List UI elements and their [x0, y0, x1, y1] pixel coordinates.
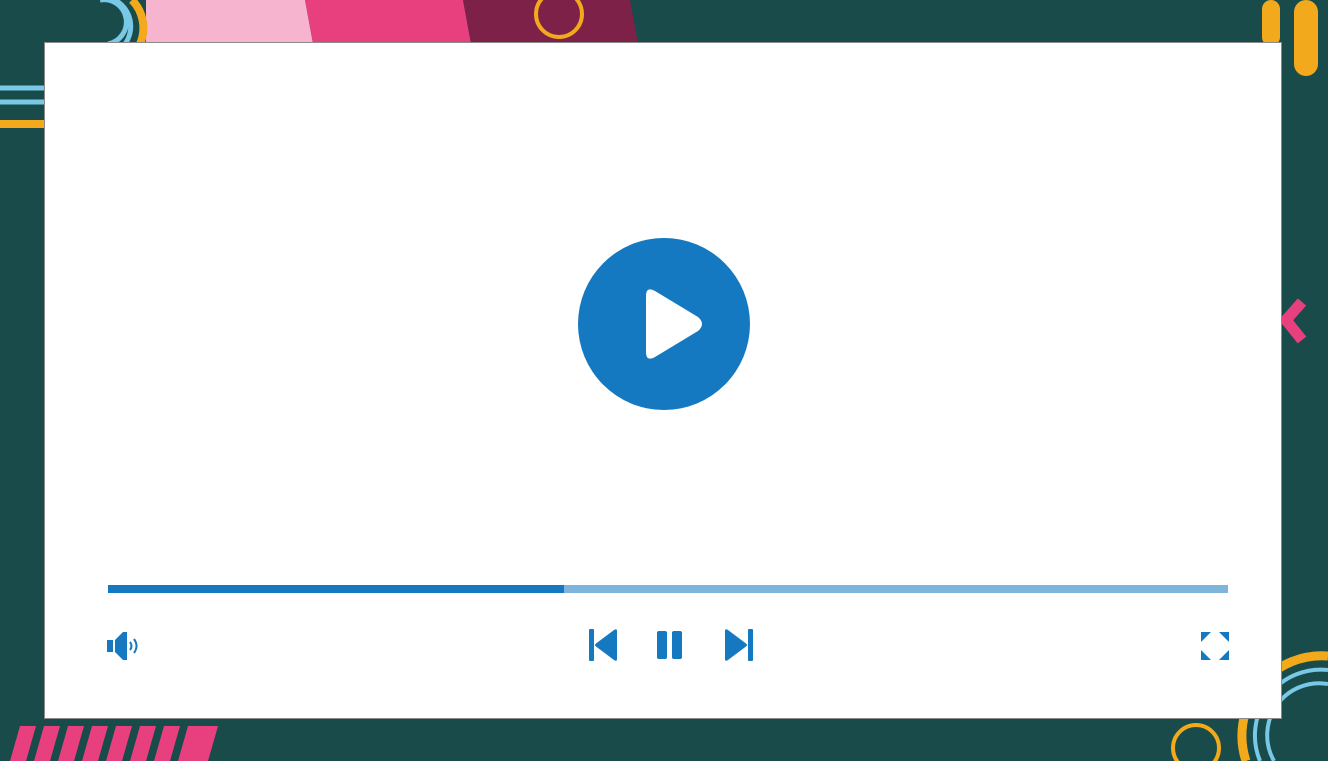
deco-pill-yellow-2: [1294, 0, 1318, 76]
skip-previous-icon: [589, 629, 617, 661]
play-icon: [578, 238, 750, 410]
video-player-screen: [0, 0, 1328, 761]
pause-icon: [657, 631, 682, 659]
fullscreen-button[interactable]: [1201, 632, 1229, 660]
progress-fill: [108, 585, 564, 593]
skip-next-button[interactable]: [723, 629, 753, 661]
skip-previous-button[interactable]: [589, 629, 619, 661]
deco-pill-yellow-1: [1262, 0, 1280, 46]
progress-bar[interactable]: [108, 585, 1228, 593]
video-player: [44, 42, 1282, 719]
center-play-button[interactable]: [578, 238, 750, 410]
volume-icon: [107, 632, 138, 660]
volume-button[interactable]: [107, 631, 141, 661]
pause-button[interactable]: [656, 630, 684, 660]
skip-next-icon: [725, 629, 753, 661]
fullscreen-icon: [1201, 632, 1229, 660]
